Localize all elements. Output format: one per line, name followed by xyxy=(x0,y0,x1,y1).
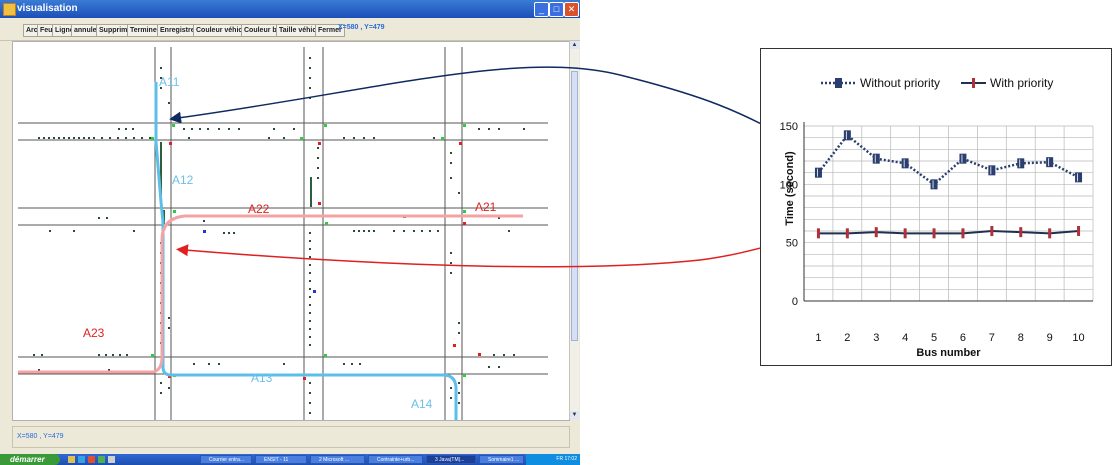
data-point xyxy=(961,228,965,239)
y-axis-label: Time (second) xyxy=(784,151,796,226)
data-point xyxy=(932,228,936,239)
segment-label-a22: A22 xyxy=(248,202,270,216)
taskbar-item[interactable]: 2 Microsoft ... xyxy=(310,455,365,464)
road-network xyxy=(18,42,548,420)
data-point xyxy=(1075,172,1083,183)
taskbar-item-active[interactable]: 3 Java(TM)... xyxy=(426,455,476,464)
quicklaunch-icon[interactable] xyxy=(88,456,95,463)
data-point xyxy=(930,179,938,190)
x-tick-label: 4 xyxy=(902,332,908,344)
quicklaunch-icon[interactable] xyxy=(78,456,85,463)
legend-label-2: With priority xyxy=(990,76,1053,90)
x-axis-label: Bus number xyxy=(916,347,981,359)
taskbar-item[interactable]: Courrier entra... xyxy=(200,455,252,464)
data-point xyxy=(1048,228,1052,239)
data-point xyxy=(816,228,820,239)
window-title: visualisation xyxy=(17,3,78,14)
scroll-thumb[interactable] xyxy=(571,71,578,341)
x-tick-label: 6 xyxy=(960,332,966,344)
taskbar-item[interactable]: ENSIT - 11 xyxy=(255,455,307,464)
traffic-lights xyxy=(151,124,481,380)
scroll-up-icon[interactable]: ▲ xyxy=(570,41,579,49)
x-tick-label: 2 xyxy=(844,332,850,344)
data-point xyxy=(1046,157,1054,168)
quicklaunch-icon[interactable] xyxy=(108,456,115,463)
line-chart: 0501001501 2 3 4 5 6 7 8 9 10Bus numberTime (seco… xyxy=(780,76,1094,359)
toolbar: Arc Feu Ligne annuler Supprimer Terminer… xyxy=(0,18,580,41)
quicklaunch-icon[interactable] xyxy=(98,456,105,463)
data-point xyxy=(874,227,878,238)
y-tick-label: 50 xyxy=(786,238,798,250)
x-tick-label: 1 xyxy=(815,332,821,344)
x-tick-label: 3 xyxy=(873,332,879,344)
java-app-icon xyxy=(3,3,16,16)
segment-label-a21: A21 xyxy=(475,200,497,214)
status-coordinates: X=580 , Y=479 xyxy=(17,433,64,440)
data-point xyxy=(959,153,967,164)
segment-label-a13: A13 xyxy=(251,371,273,385)
cursor-coordinates: X=580 , Y=479 xyxy=(338,24,385,31)
taskbar-item[interactable]: Contrainte+urb... xyxy=(368,455,423,464)
legend-marker-2 xyxy=(972,78,975,88)
y-tick-label: 0 xyxy=(792,296,798,308)
data-point xyxy=(1019,227,1023,238)
map-canvas[interactable]: A11 A12 A22 A21 A23 A13 A14 xyxy=(12,41,570,421)
segment-label-a12: A12 xyxy=(172,173,194,187)
x-tick-label: 10 xyxy=(1072,332,1084,344)
quicklaunch-icon[interactable] xyxy=(68,456,75,463)
system-tray-clock: FR 17:02 xyxy=(526,454,580,465)
data-point xyxy=(845,228,849,239)
data-point xyxy=(988,165,996,176)
data-point xyxy=(843,130,851,141)
vertical-scrollbar[interactable]: ▲ ▼ xyxy=(569,41,579,419)
data-point xyxy=(814,167,822,178)
application-window: visualisation _ □ ✕ Arc Feu Ligne annule… xyxy=(0,0,580,465)
data-point xyxy=(872,153,880,164)
legend-label-1: Without priority xyxy=(860,76,940,90)
data-point xyxy=(1017,158,1025,169)
bus-route-a2 xyxy=(18,214,523,374)
segment-label-a14: A14 xyxy=(411,397,433,411)
x-tick-label: 9 xyxy=(1047,332,1053,344)
bus-time-chart: 0 50 100 150 1 2 3 4 5 6 7 8 9 10 Bus number Time (seco… xyxy=(760,48,1112,366)
maximize-button[interactable]: □ xyxy=(549,2,564,17)
status-bar: X=580 , Y=479 xyxy=(12,426,570,448)
close-button[interactable]: ✕ xyxy=(564,2,579,17)
data-point xyxy=(903,228,907,239)
x-tick-label: 7 xyxy=(989,332,995,344)
scroll-down-icon[interactable]: ▼ xyxy=(570,411,579,419)
data-point xyxy=(1077,226,1081,236)
taskbar-item[interactable]: Sommaire1 ... xyxy=(479,455,524,464)
title-bar: visualisation _ □ ✕ xyxy=(0,0,580,18)
legend-marker-1 xyxy=(835,78,842,88)
segment-label-a23: A23 xyxy=(83,326,105,340)
taskbar: démarrer Courrier entra... ENSIT - 11 2 … xyxy=(0,454,580,465)
segment-label-a11: A11 xyxy=(159,75,180,89)
minimize-button[interactable]: _ xyxy=(534,2,549,17)
x-tick-label: 8 xyxy=(1018,332,1024,344)
x-tick-label: 5 xyxy=(931,332,937,344)
data-point xyxy=(901,158,909,169)
start-button[interactable]: démarrer xyxy=(0,454,60,465)
data-point xyxy=(990,226,994,236)
y-tick-label: 150 xyxy=(780,121,798,133)
